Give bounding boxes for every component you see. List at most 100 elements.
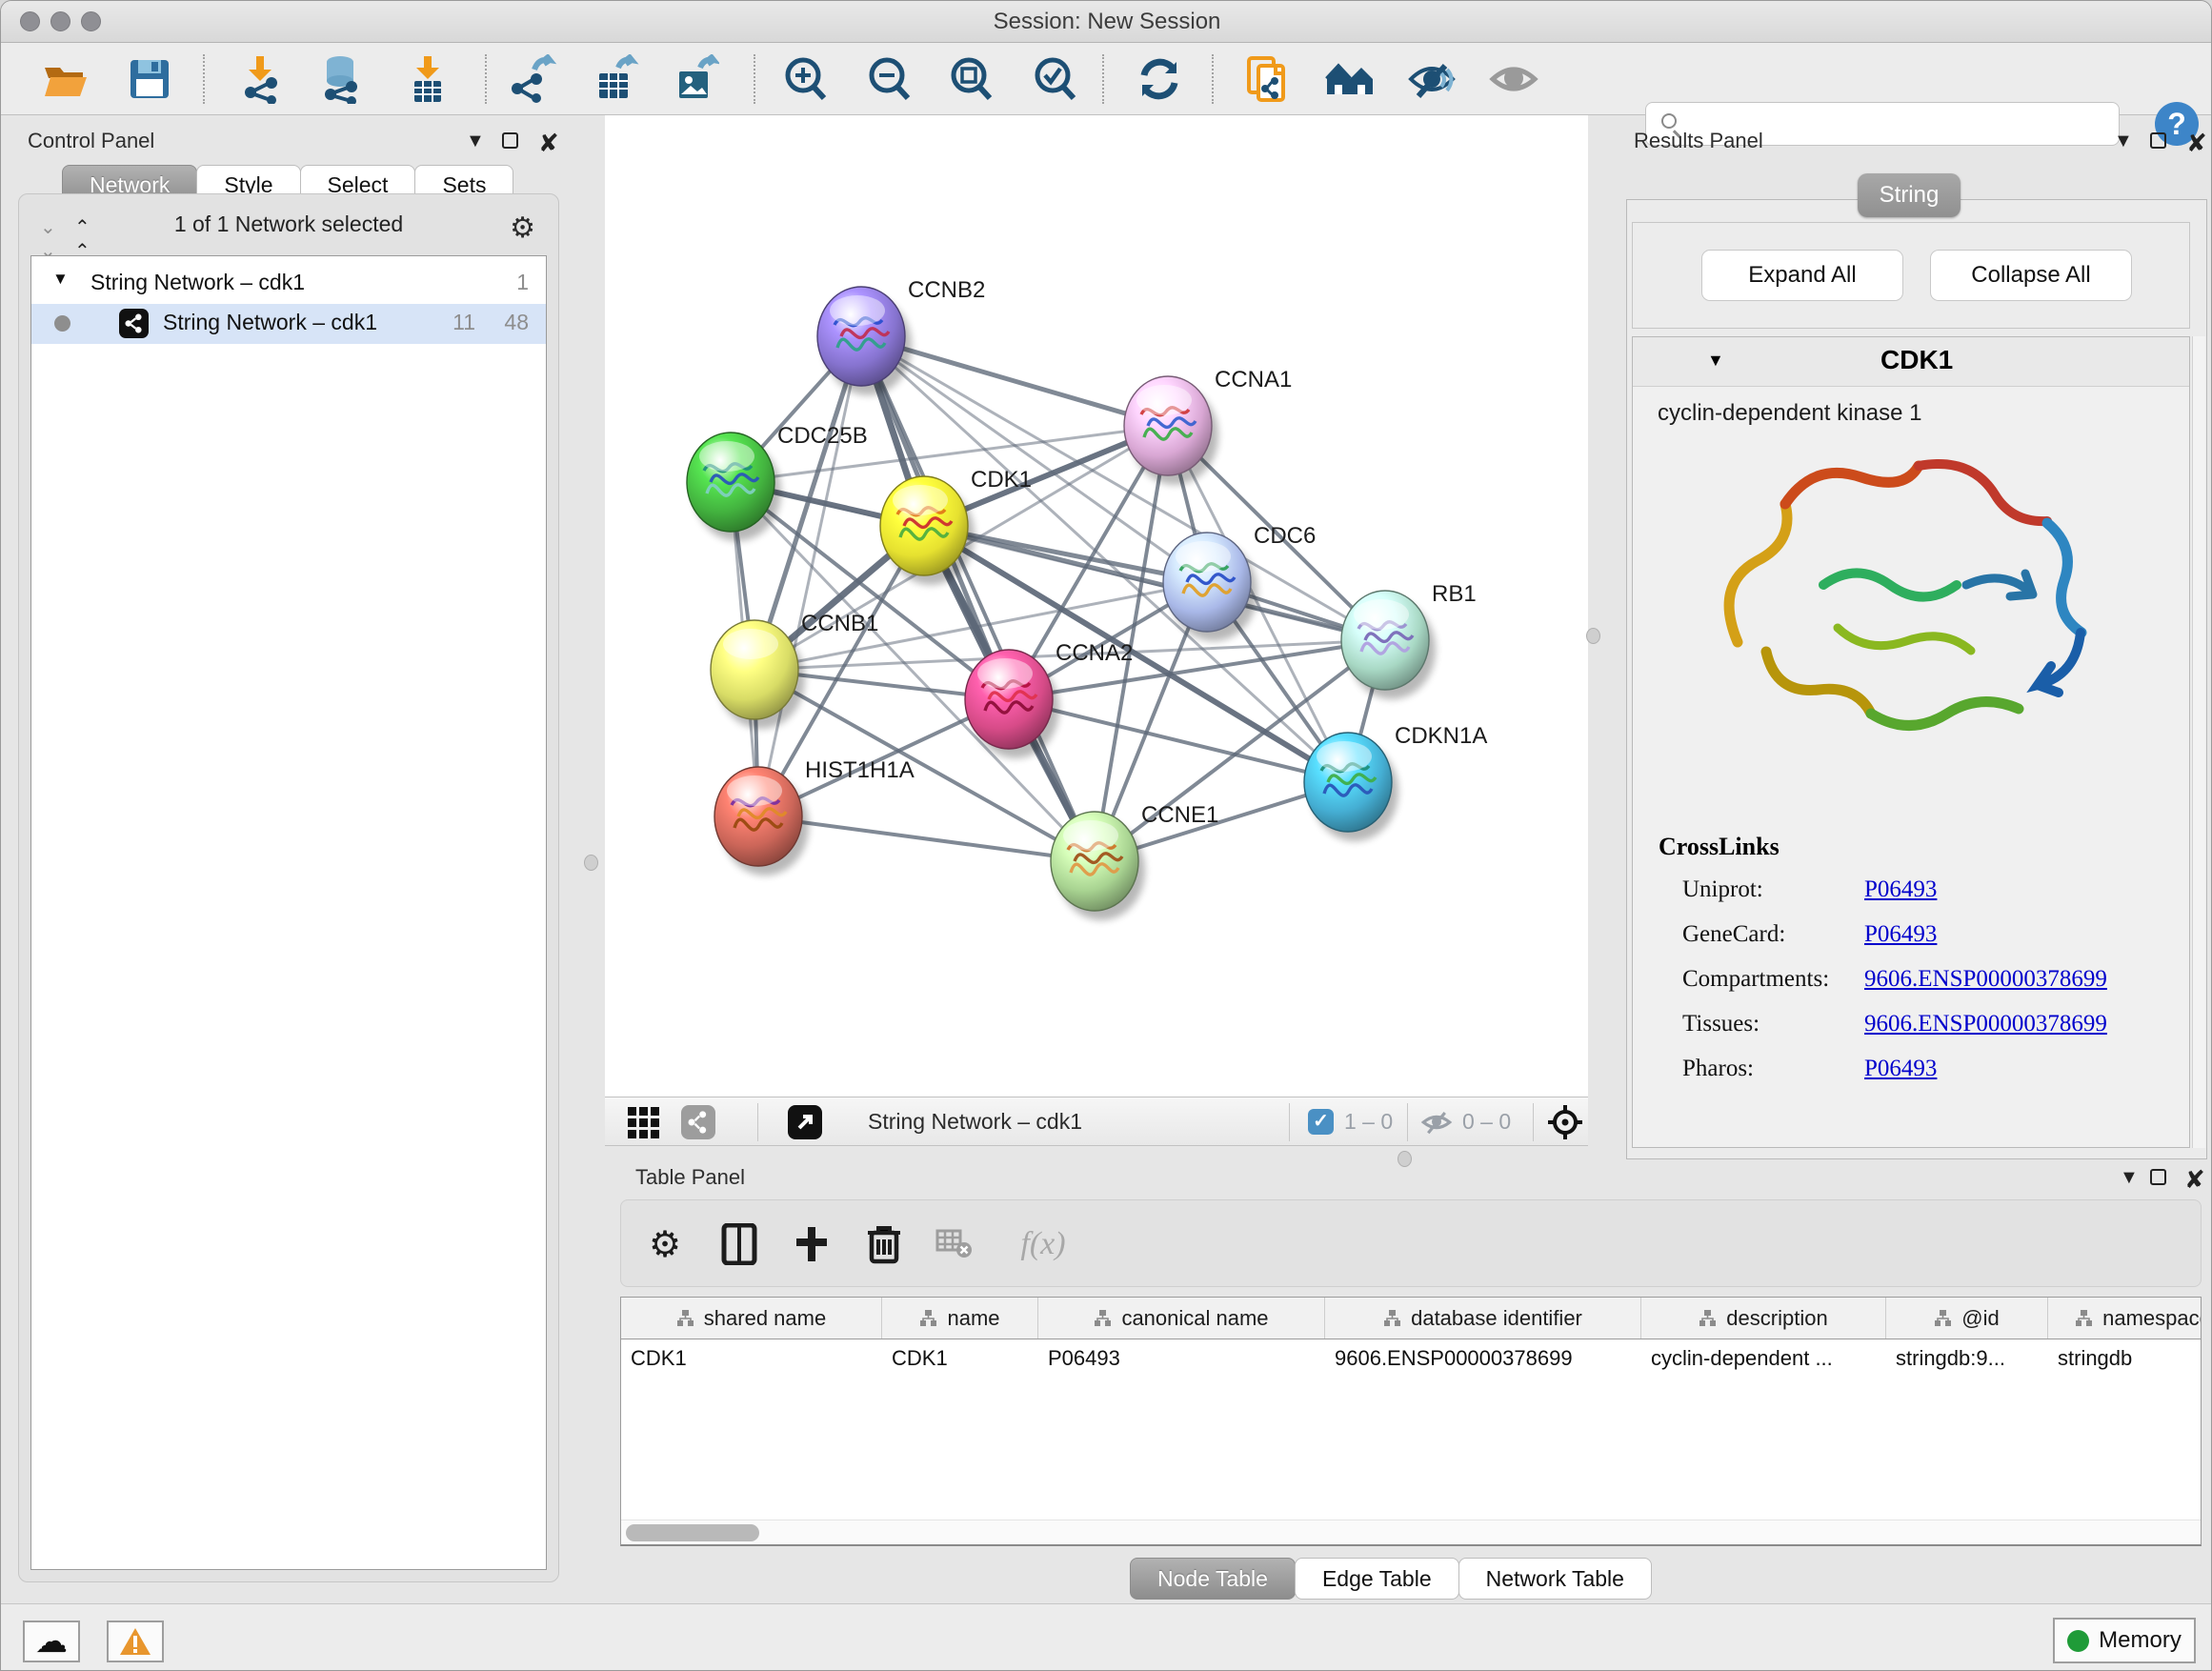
collapse-arrow-icon[interactable]: ▼ [52,270,69,289]
network-options-gear-icon[interactable]: ⚙ [510,211,535,245]
delete-table-icon[interactable] [928,1218,981,1271]
tab-network-table[interactable]: Network Table [1458,1558,1652,1600]
results-panel: Results Panel ▼ ✘ String Expand All Coll… [1620,121,2212,1159]
table-cell[interactable]: stringdb:9... [1886,1339,2048,1379]
memory-button[interactable]: Memory [2053,1618,2196,1663]
show-hide-graphics-button[interactable] [1405,52,1458,106]
delete-columns-trash-icon[interactable] [857,1218,911,1271]
node-CCNA2[interactable]: CCNA2 [965,640,1133,758]
close-panel-icon[interactable]: ✘ [538,129,559,158]
import-network-from-file-button[interactable] [233,52,287,106]
close-panel-icon[interactable]: ✘ [2184,1165,2205,1195]
node-CCNA1[interactable]: CCNA1 [1124,367,1292,485]
show-columns-icon[interactable] [713,1218,766,1271]
table-hscroll-thumb[interactable] [626,1524,759,1541]
column-header-canonical-name[interactable]: canonical name [1038,1298,1325,1339]
string-network-graph[interactable]: CCNB2 CCNA1 CDC25BCDK1 CDC6RB1 CCNB1 CCNA2 CDK… [605,115,1588,1097]
selected-checkbox-icon[interactable]: ✓ [1308,1109,1334,1135]
fit-selected-crosshair-icon[interactable] [1546,1103,1584,1141]
node-CDKN1A[interactable]: CDKN1A [1304,723,1487,841]
save-session-button[interactable] [123,52,176,106]
expand-all-button[interactable]: Expand All [1701,250,1903,301]
float-panel-icon[interactable]: ▼ [2120,1167,2139,1189]
table-cell[interactable]: P06493 [1038,1339,1325,1379]
network-canvas[interactable]: CCNB2 CCNA1 CDC25BCDK1 CDC6RB1 CCNB1 CCNA2 CDK… [605,115,1588,1097]
create-column-icon[interactable] [785,1218,838,1271]
zoom-fit-button[interactable] [944,52,997,106]
close-panel-icon[interactable]: ✘ [2186,129,2207,158]
table-cell[interactable]: CDK1 [621,1339,882,1379]
table-row[interactable]: CDK1CDK1P064939606.ENSP00000378699cyclin… [621,1339,2201,1379]
open-session-button[interactable] [39,52,92,106]
node-CDC6[interactable]: CDC6 [1163,523,1316,641]
network-from-selection-button[interactable] [1241,52,1295,106]
column-header-namespace[interactable]: namespace [2048,1298,2202,1339]
undock-panel-icon[interactable] [2150,132,2166,149]
float-panel-icon[interactable]: ▼ [466,131,485,152]
table-cell[interactable]: cyclin-dependent ... [1641,1339,1886,1379]
warnings-button[interactable] [107,1621,164,1662]
crosslink-link[interactable]: 9606.ENSP00000378699 [1864,1011,2107,1037]
table-cell[interactable]: CDK1 [882,1339,1038,1379]
column-header--id[interactable]: @id [1886,1298,2048,1339]
zoom-in-button[interactable] [778,52,832,106]
collapse-arrow-icon[interactable]: ▼ [1707,351,1724,371]
column-header-description[interactable]: description [1641,1298,1886,1339]
node-label-CDKN1A: CDKN1A [1395,723,1487,749]
table-hscrollbar[interactable] [621,1520,2201,1544]
function-builder-icon[interactable]: f(x) [1000,1218,1086,1271]
refresh-button[interactable] [1133,52,1186,106]
string-results-tab[interactable]: String [1858,173,1961,217]
network-thumbnail-icon[interactable] [681,1105,715,1139]
tab-edge-table[interactable]: Edge Table [1295,1558,1459,1600]
right-splitter-handle[interactable] [1586,628,1600,644]
hidden-eye-icon[interactable] [1420,1108,1453,1137]
table-body: CDK1CDK1P064939606.ENSP00000378699cyclin… [621,1339,2201,1379]
protein-card-header[interactable]: ▼ CDK1 [1633,337,2189,387]
column-header-name[interactable]: name [882,1298,1038,1339]
crosslink-link[interactable]: P06493 [1864,876,1937,903]
node-RB1[interactable]: RB1 [1341,581,1477,699]
node-CCNB2[interactable]: CCNB2 [817,277,985,395]
edge-CCNB2-HIST1H1A [758,336,861,816]
tab-node-table[interactable]: Node Table [1130,1558,1296,1600]
network-row-selected[interactable]: String Network – cdk1 11 48 [31,304,546,344]
node-CCNB1[interactable]: CCNB1 [711,611,878,729]
network-tree: ▼ String Network – cdk1 1 String Network… [30,255,547,1570]
zoom-selected-button[interactable] [1028,52,1081,106]
string-network-icon [119,309,149,338]
zoom-out-button[interactable] [862,52,915,106]
collapse-all-button[interactable]: Collapse All [1930,250,2132,301]
cloud-status-button[interactable]: ☁ [23,1621,80,1662]
save-floppy-icon [125,54,174,104]
node-CDK1[interactable]: CDK1 [880,467,1032,585]
open-in-window-icon[interactable] [788,1105,822,1139]
table-cell[interactable]: stringdb [2048,1339,2202,1379]
export-network-button[interactable] [506,52,559,106]
node-CDC25B[interactable]: CDC25B [687,423,868,541]
column-header-database-identifier[interactable]: database identifier [1325,1298,1641,1339]
column-header-shared-name[interactable]: shared name [621,1298,882,1339]
table-cell[interactable]: 9606.ENSP00000378699 [1325,1339,1641,1379]
export-table-button[interactable] [588,52,641,106]
results-scrollbar-track[interactable] [2192,336,2205,1148]
node-CCNE1[interactable]: CCNE1 [1051,802,1218,920]
import-network-from-database-button[interactable] [313,52,367,106]
birdseye-button[interactable] [1487,52,1540,106]
crosslink-link[interactable]: P06493 [1864,1056,1937,1082]
float-panel-icon[interactable]: ▼ [2114,131,2133,152]
undock-panel-icon[interactable] [2150,1169,2166,1185]
import-table-from-file-button[interactable] [401,52,454,106]
crosslink-link[interactable]: 9606.ENSP00000378699 [1864,966,2107,993]
network-collection-row[interactable]: ▼ String Network – cdk1 1 [31,264,546,304]
left-splitter-handle[interactable] [584,855,598,871]
undock-panel-icon[interactable] [502,132,518,149]
table-options-gear-icon[interactable]: ⚙ [638,1218,692,1271]
crosslink-link[interactable]: P06493 [1864,921,1937,948]
node-HIST1H1A[interactable]: HIST1H1A [714,757,915,876]
node-label-CCNA2: CCNA2 [1056,640,1133,666]
export-image-button[interactable] [668,52,721,106]
home-button[interactable] [1323,52,1377,106]
grid-view-icon[interactable] [626,1105,662,1141]
footer-separator [1533,1103,1534,1141]
